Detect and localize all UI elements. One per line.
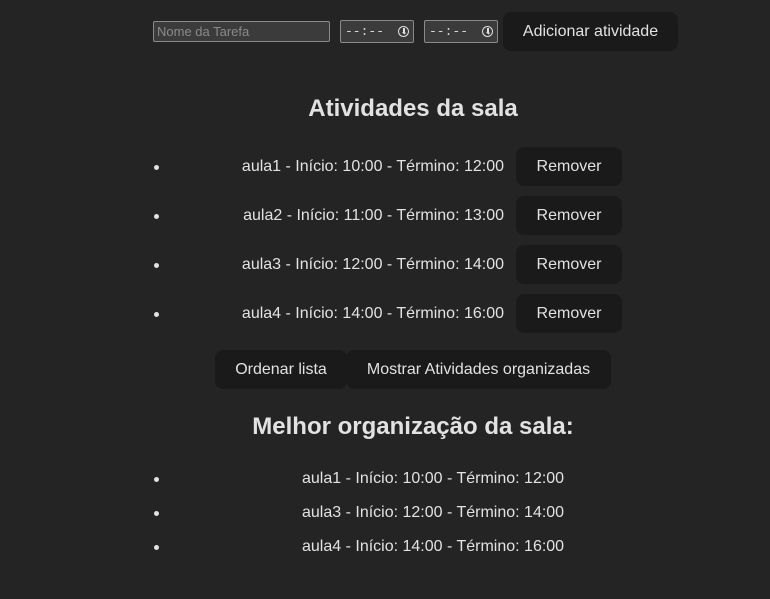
clock-icon[interactable] bbox=[482, 26, 493, 37]
bullet-dot bbox=[154, 477, 159, 482]
start-time-value: --:-- bbox=[345, 24, 385, 39]
task-name-input[interactable] bbox=[153, 21, 330, 42]
remove-button[interactable]: Remover bbox=[516, 245, 622, 284]
end-time-input[interactable]: --:-- bbox=[424, 20, 498, 43]
activities-list: aula1 - Início: 10:00 - Término: 12:00 R… bbox=[154, 147, 622, 343]
bullet-dot bbox=[154, 213, 159, 219]
best-activity-text: aula3 - Início: 12:00 - Término: 14:00 bbox=[302, 504, 565, 521]
show-organized-button[interactable]: Mostrar Atividades organizadas bbox=[346, 350, 611, 389]
list-item: aula1 - Início: 10:00 - Término: 12:00 bbox=[154, 462, 604, 496]
sort-list-button[interactable]: Ordenar lista bbox=[215, 350, 347, 389]
remove-button[interactable]: Remover bbox=[516, 147, 622, 186]
best-activity-text: aula1 - Início: 10:00 - Término: 12:00 bbox=[302, 470, 565, 487]
activity-text: aula4 - Início: 14:00 - Término: 16:00 bbox=[241, 304, 504, 322]
list-item: aula4 - Início: 14:00 - Término: 16:00 R… bbox=[154, 294, 622, 333]
activities-title: Atividades da sala bbox=[308, 95, 518, 122]
list-item: aula3 - Início: 12:00 - Término: 14:00 R… bbox=[154, 245, 622, 284]
bullet-dot bbox=[154, 262, 159, 268]
list-item: aula1 - Início: 10:00 - Término: 12:00 R… bbox=[154, 147, 622, 186]
bullet-dot bbox=[154, 511, 159, 516]
best-organization-title: Melhor organização da sala: bbox=[252, 413, 574, 440]
bullet-dot bbox=[154, 545, 159, 550]
activity-text: aula3 - Início: 12:00 - Término: 14:00 bbox=[241, 255, 504, 273]
activity-text: aula1 - Início: 10:00 - Término: 12:00 bbox=[241, 157, 504, 175]
list-item: aula2 - Início: 11:00 - Término: 13:00 R… bbox=[154, 196, 622, 235]
add-activity-button[interactable]: Adicionar atividade bbox=[503, 12, 678, 51]
bullet-dot bbox=[154, 311, 159, 317]
list-item: aula3 - Início: 12:00 - Término: 14:00 bbox=[154, 496, 604, 530]
add-activity-form: --:-- --:-- bbox=[153, 12, 498, 51]
activity-text: aula2 - Início: 11:00 - Término: 13:00 bbox=[243, 206, 504, 224]
start-time-input[interactable]: --:-- bbox=[340, 20, 414, 43]
end-time-value: --:-- bbox=[429, 24, 469, 39]
remove-button[interactable]: Remover bbox=[516, 294, 622, 333]
best-organization-list: aula1 - Início: 10:00 - Término: 12:00 a… bbox=[154, 462, 604, 564]
remove-button[interactable]: Remover bbox=[516, 196, 622, 235]
best-activity-text: aula4 - Início: 14:00 - Término: 16:00 bbox=[302, 538, 565, 555]
clock-icon[interactable] bbox=[398, 26, 409, 37]
bullet-dot bbox=[154, 164, 159, 170]
list-item: aula4 - Início: 14:00 - Término: 16:00 bbox=[154, 530, 604, 564]
